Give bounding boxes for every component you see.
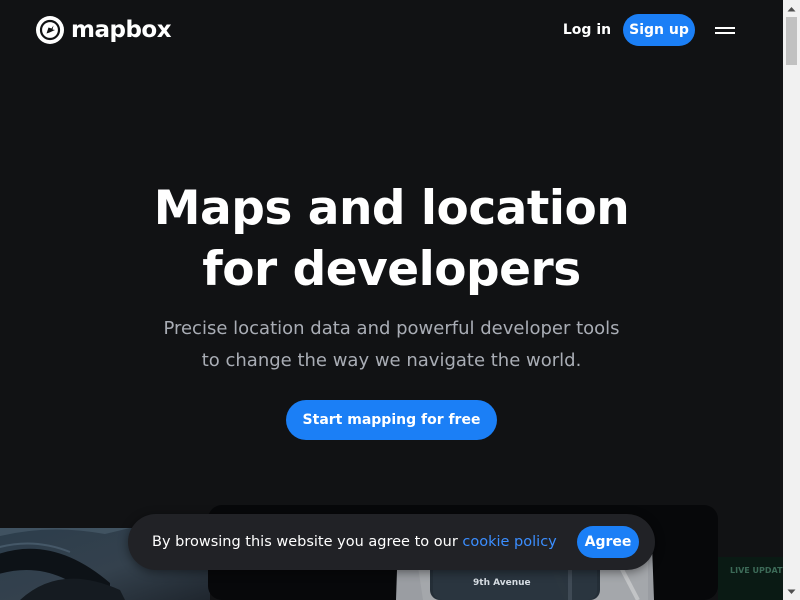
hamburger-menu-icon [715, 27, 735, 34]
scroll-up-button[interactable] [783, 0, 800, 17]
street-label: 9th Avenue [473, 578, 531, 588]
cookie-policy-link[interactable]: cookie policy [462, 534, 556, 550]
hero-subtitle-line-2: to change the way we navigate the world. [201, 350, 582, 371]
signup-button[interactable]: Sign up [623, 14, 695, 46]
live-updates-panel: LIVE UPDATES [718, 557, 783, 600]
live-updates-label: LIVE UPDATES [730, 566, 783, 575]
cookie-message: By browsing this website you agree to ou… [152, 532, 557, 552]
scroll-up-arrow-icon [787, 6, 796, 11]
scroll-down-arrow-icon [787, 589, 796, 594]
login-link[interactable]: Log in [560, 20, 614, 40]
hero-title: Maps and location for developers [60, 178, 723, 300]
vertical-scrollbar[interactable] [783, 0, 800, 600]
hero-subtitle: Precise location data and powerful devel… [120, 313, 663, 377]
mapbox-logo[interactable]: mapbox [36, 16, 172, 44]
hero-title-line-1: Maps and location [153, 181, 630, 236]
cookie-banner: By browsing this website you agree to ou… [128, 514, 655, 570]
cookie-message-text: By browsing this website you agree to ou… [152, 534, 463, 550]
hero-subtitle-line-1: Precise location data and powerful devel… [163, 318, 620, 339]
agree-button[interactable]: Agree [577, 526, 639, 558]
brand-name: mapbox [71, 17, 172, 43]
start-mapping-button[interactable]: Start mapping for free [286, 400, 497, 440]
hero-title-line-2: for developers [202, 242, 581, 297]
mapbox-logo-icon [36, 16, 64, 44]
menu-button[interactable] [712, 20, 738, 40]
page: mapbox Log in Sign up Maps and location … [0, 0, 783, 600]
scroll-thumb[interactable] [786, 17, 797, 65]
scroll-down-button[interactable] [783, 583, 800, 600]
